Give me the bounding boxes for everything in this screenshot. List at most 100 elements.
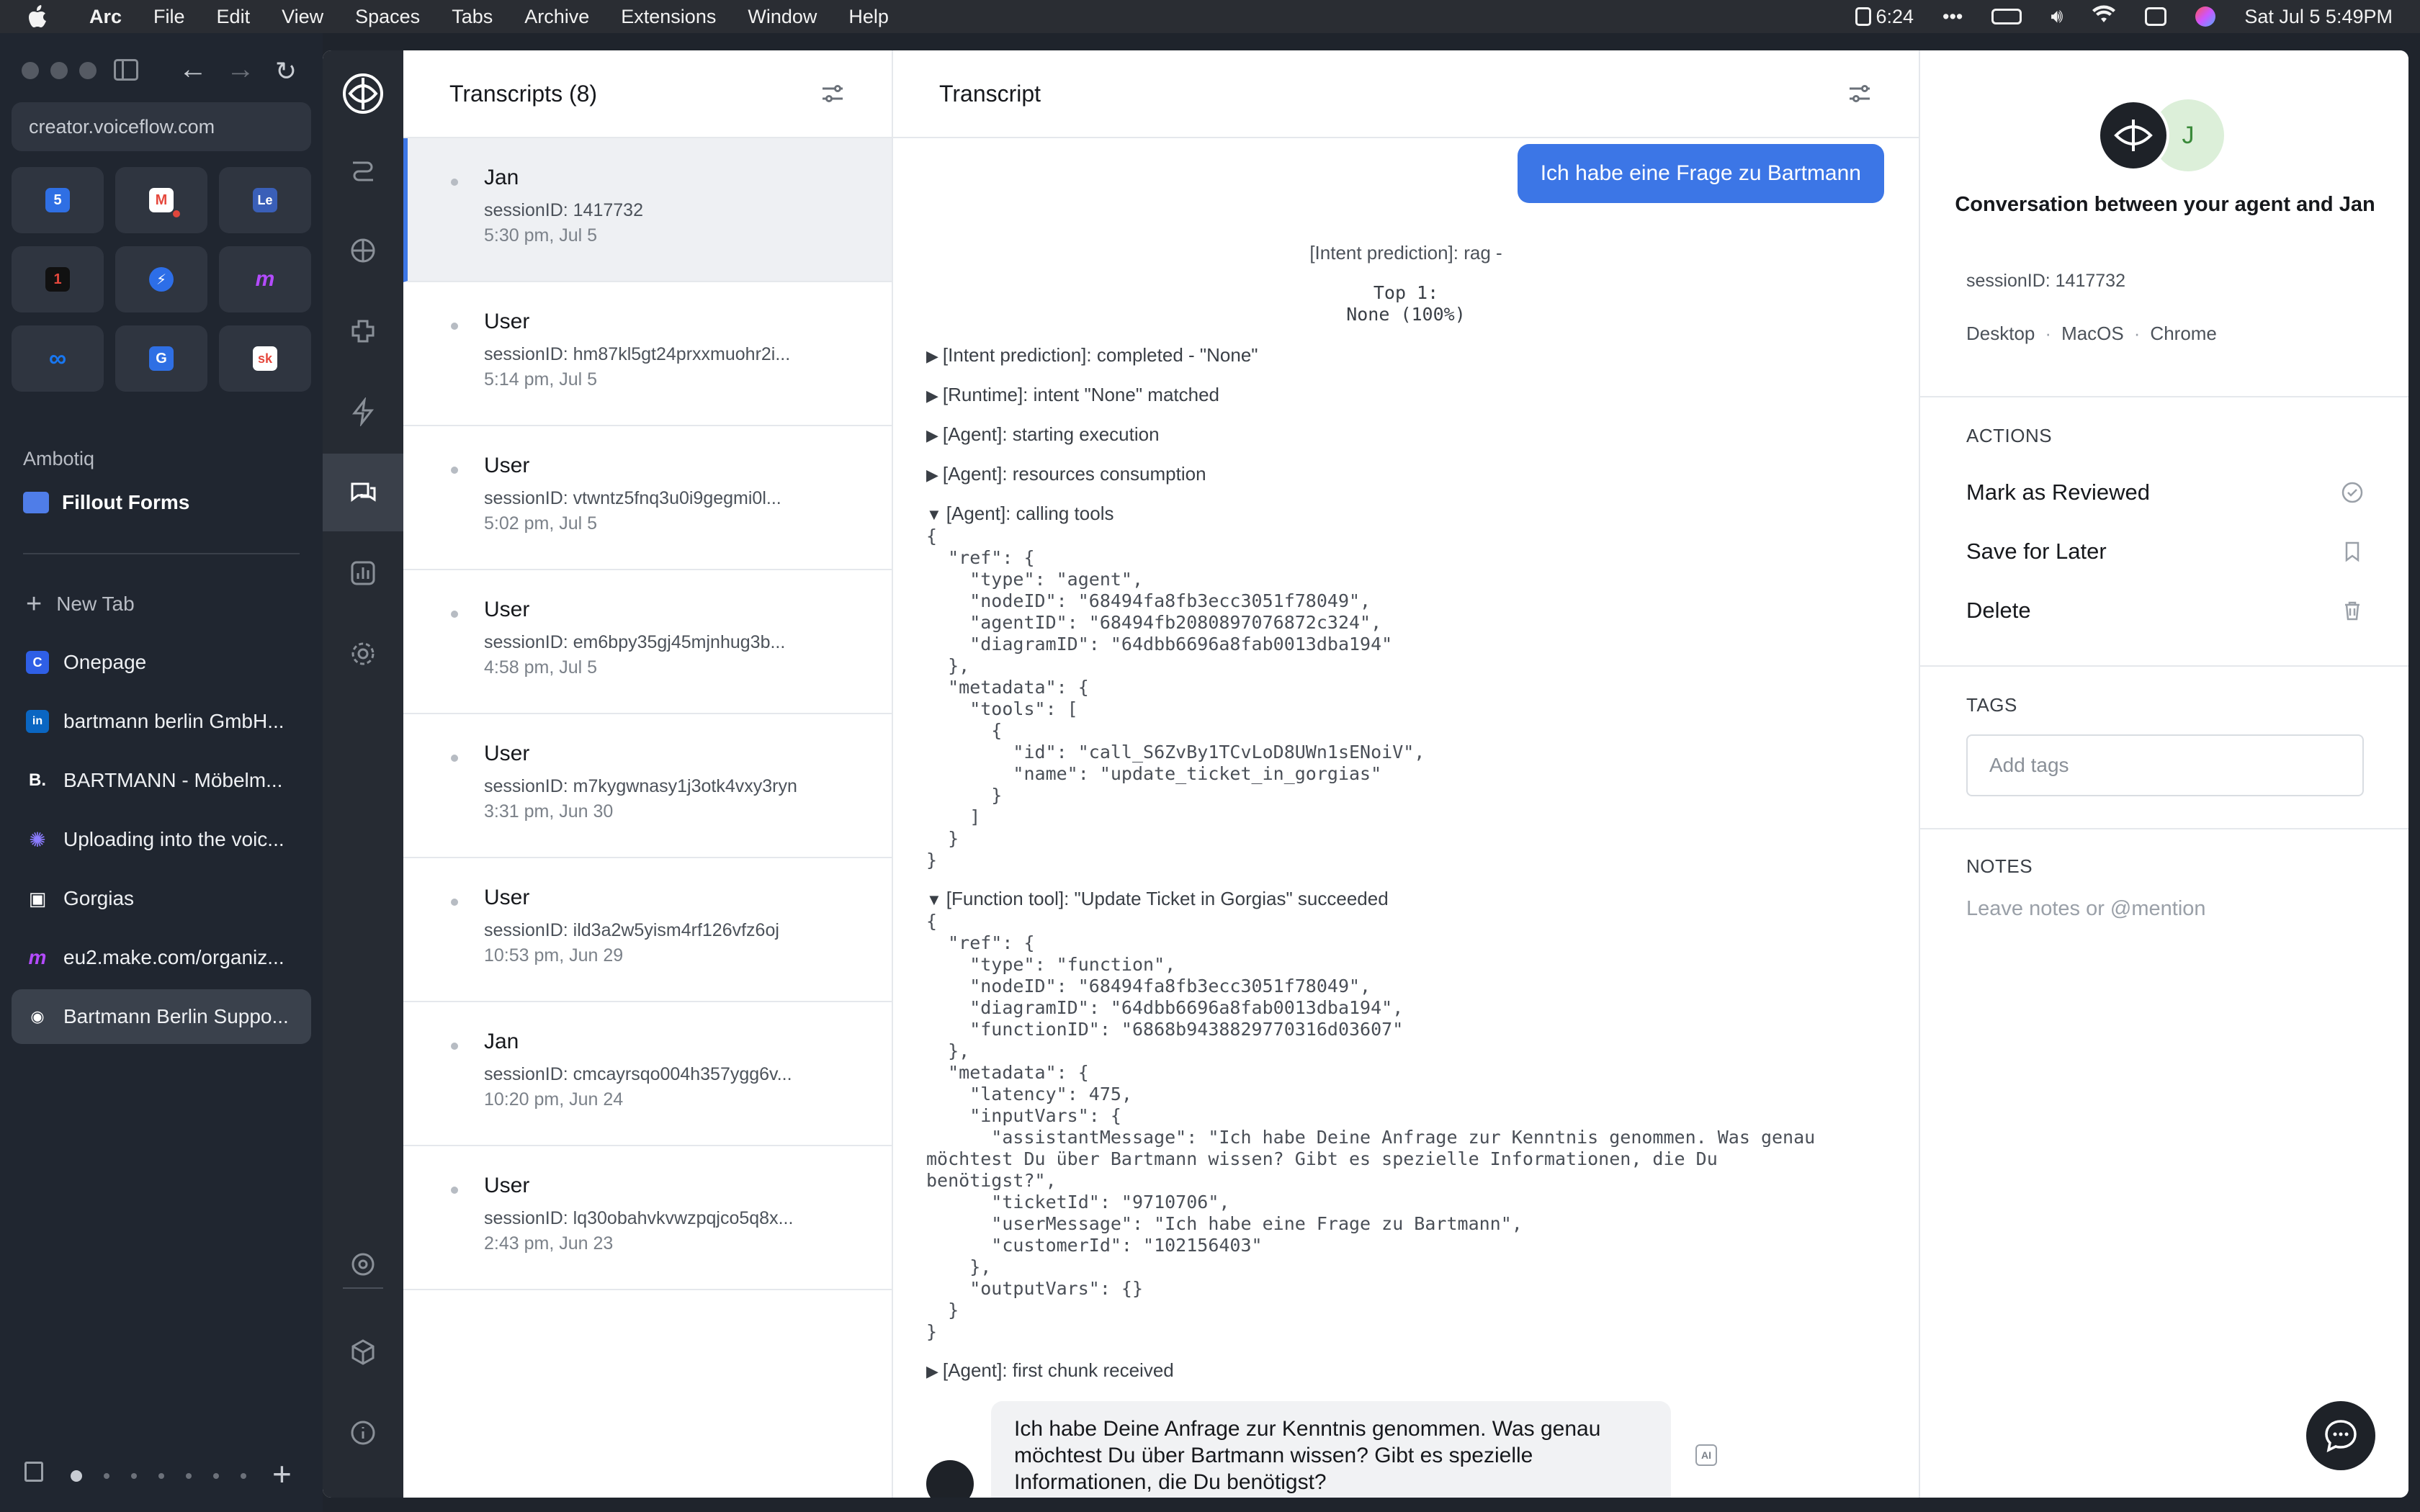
transcript-item[interactable]: User sessionID: lq30obahvkvwzpqjco5q8x..… xyxy=(403,1146,892,1290)
expand-triangle-icon: ▶ xyxy=(926,1362,938,1380)
transcript-item[interactable]: User sessionID: hm87kl5gt24prxxmuohr2i..… xyxy=(403,282,892,426)
space-dot[interactable] xyxy=(71,1470,82,1482)
tab-onepage[interactable]: C Onepage xyxy=(12,635,311,690)
tab-bartmann[interactable]: B. BARTMANN - Möbelm... xyxy=(12,753,311,808)
knowledge-base-icon[interactable] xyxy=(349,236,377,265)
favorite-translate[interactable]: G xyxy=(115,325,207,392)
space-switcher[interactable] xyxy=(71,1470,246,1482)
archive-icon[interactable] xyxy=(24,1462,43,1482)
space-dot[interactable] xyxy=(241,1473,246,1479)
info-icon[interactable] xyxy=(349,1418,377,1447)
space-dot[interactable] xyxy=(186,1473,192,1479)
tab-gorgias[interactable]: ▣ Gorgias xyxy=(12,871,311,926)
favorite-make[interactable]: m xyxy=(219,246,311,312)
log-agent-calling-tools[interactable]: ▼ [Agent]: calling tools xyxy=(926,503,1113,525)
transcript-item[interactable]: Jan sessionID: 1417732 5:30 pm, Jul 5 xyxy=(403,138,892,282)
log-runtime-matched[interactable]: ▶ [Runtime]: intent "None" matched xyxy=(926,384,1219,406)
favorite-bolt-app[interactable]: ⚡ xyxy=(115,246,207,312)
battery-icon[interactable] xyxy=(1991,9,2022,24)
transcript-name: User xyxy=(484,454,530,477)
delete-button[interactable]: Delete xyxy=(1966,598,2364,624)
sidebar-toggle-icon[interactable] xyxy=(114,59,138,81)
rail-divider xyxy=(343,1287,383,1289)
space-dot[interactable] xyxy=(104,1473,109,1479)
target-icon[interactable] xyxy=(349,1250,377,1279)
log-agent-resources[interactable]: ▶ [Agent]: resources consumption xyxy=(926,463,1206,485)
tools-json-block: { "ref": { "type": "agent", "nodeID": "6… xyxy=(926,526,1425,870)
favorite-sk[interactable]: sk xyxy=(219,325,311,392)
status-dot xyxy=(451,467,458,474)
new-tab-button[interactable]: + New Tab xyxy=(26,590,135,618)
pinned-folder[interactable]: Fillout Forms xyxy=(23,491,189,514)
wifi-icon[interactable] xyxy=(2092,5,2116,29)
settings-icon[interactable] xyxy=(349,639,377,668)
space-dot[interactable] xyxy=(213,1473,219,1479)
log-agent-start[interactable]: ▶ [Agent]: starting execution xyxy=(926,423,1160,446)
transcript-filter-icon[interactable] xyxy=(1847,83,1873,104)
apple-menu-icon[interactable] xyxy=(27,4,56,29)
voiceflow-logo-icon[interactable] xyxy=(341,72,385,115)
back-arrow-icon[interactable]: ← xyxy=(179,53,207,86)
analytics-icon[interactable] xyxy=(349,559,377,588)
notification-app-icon: 1 xyxy=(45,267,70,292)
transcript-item[interactable]: User sessionID: m7kygwnasy1j3otk4vxy3ryn… xyxy=(403,714,892,858)
menu-extensions[interactable]: Extensions xyxy=(621,6,716,28)
screen-time-status[interactable]: 6:24 xyxy=(1855,6,1914,28)
volume-icon[interactable]: 🔊︎ xyxy=(2051,5,2063,28)
transcript-item[interactable]: User sessionID: em6bpy35gj45mjnhug3b... … xyxy=(403,570,892,714)
zoom-window-button[interactable] xyxy=(79,62,97,79)
tags-input[interactable]: Add tags xyxy=(1966,734,2364,796)
integrations-icon[interactable] xyxy=(349,317,377,346)
reload-icon[interactable]: ↻ xyxy=(275,56,297,86)
actions-label: ACTIONS xyxy=(1966,425,2053,446)
log-text: [Agent]: starting execution xyxy=(942,423,1160,445)
tab-make[interactable]: m eu2.make.com/organiz... xyxy=(12,930,311,985)
workflows-icon[interactable] xyxy=(349,156,377,184)
transcripts-icon[interactable] xyxy=(349,478,377,507)
favorite-gmail[interactable]: M xyxy=(115,167,207,233)
cube-icon[interactable] xyxy=(349,1338,377,1367)
add-space-icon[interactable]: + xyxy=(272,1454,292,1493)
log-function-tool[interactable]: ▼ [Function tool]: "Update Ticket in Gorg… xyxy=(926,888,1389,910)
menu-spaces[interactable]: Spaces xyxy=(355,6,420,28)
space-dot[interactable] xyxy=(131,1473,137,1479)
transcript-item[interactable]: Jan sessionID: cmcayrsqo004h357ygg6v... … xyxy=(403,1002,892,1146)
menu-view[interactable]: View xyxy=(282,6,323,28)
close-window-button[interactable] xyxy=(22,62,39,79)
chat-widget-button[interactable] xyxy=(2306,1401,2375,1470)
favorite-le[interactable]: Le xyxy=(219,167,311,233)
log-intent-completed[interactable]: ▶ [Intent prediction]: completed - "None" xyxy=(926,344,1258,366)
menu-tabs[interactable]: Tabs xyxy=(452,6,493,28)
favorite-notification-app[interactable]: 1 xyxy=(12,246,104,312)
menu-window[interactable]: Window xyxy=(748,6,817,28)
filter-icon[interactable] xyxy=(820,83,846,104)
favorite-meta[interactable]: ∞ xyxy=(12,325,104,392)
onepage-icon: C xyxy=(26,651,49,674)
favorite-calendar[interactable]: 5 xyxy=(12,167,104,233)
space-dot[interactable] xyxy=(158,1473,164,1479)
menu-edit[interactable]: Edit xyxy=(217,6,251,28)
control-center-icon[interactable] xyxy=(2145,7,2167,26)
log-first-chunk[interactable]: ▶ [Agent]: first chunk received xyxy=(926,1359,1174,1382)
transcript-session: sessionID: vtwntz5fnq3u0i9gegmi0l... xyxy=(484,488,781,508)
transcript-item[interactable]: User sessionID: vtwntz5fnq3u0i9gegmi0l..… xyxy=(403,426,892,570)
more-icon[interactable]: ••• xyxy=(1942,6,1963,28)
menu-app-name[interactable]: Arc xyxy=(89,6,122,28)
menu-clock[interactable]: Sat Jul 5 5:49PM xyxy=(2244,6,2393,28)
menu-help[interactable]: Help xyxy=(848,6,889,28)
tab-uploading[interactable]: ✺ Uploading into the voic... xyxy=(12,812,311,867)
forward-arrow-icon[interactable]: → xyxy=(226,53,255,86)
save-for-later-button[interactable]: Save for Later xyxy=(1966,539,2364,564)
ai-badge-icon[interactable]: AI xyxy=(1695,1444,1717,1466)
menu-file[interactable]: File xyxy=(153,6,185,28)
tab-bartmann-support[interactable]: ◉ Bartmann Berlin Suppo... xyxy=(12,989,311,1044)
url-bar[interactable]: creator.voiceflow.com xyxy=(12,102,311,151)
tab-linkedin[interactable]: in bartmann berlin GmbH... xyxy=(12,694,311,749)
mark-reviewed-button[interactable]: Mark as Reviewed xyxy=(1966,480,2364,505)
siri-icon[interactable] xyxy=(2195,6,2216,27)
triggers-icon[interactable] xyxy=(349,397,377,426)
notes-input[interactable]: Leave notes or @mention xyxy=(1966,897,2206,921)
menu-archive[interactable]: Archive xyxy=(524,6,589,28)
transcript-item[interactable]: User sessionID: ild3a2w5yism4rf126vfz6oj… xyxy=(403,858,892,1002)
minimize-window-button[interactable] xyxy=(50,62,68,79)
